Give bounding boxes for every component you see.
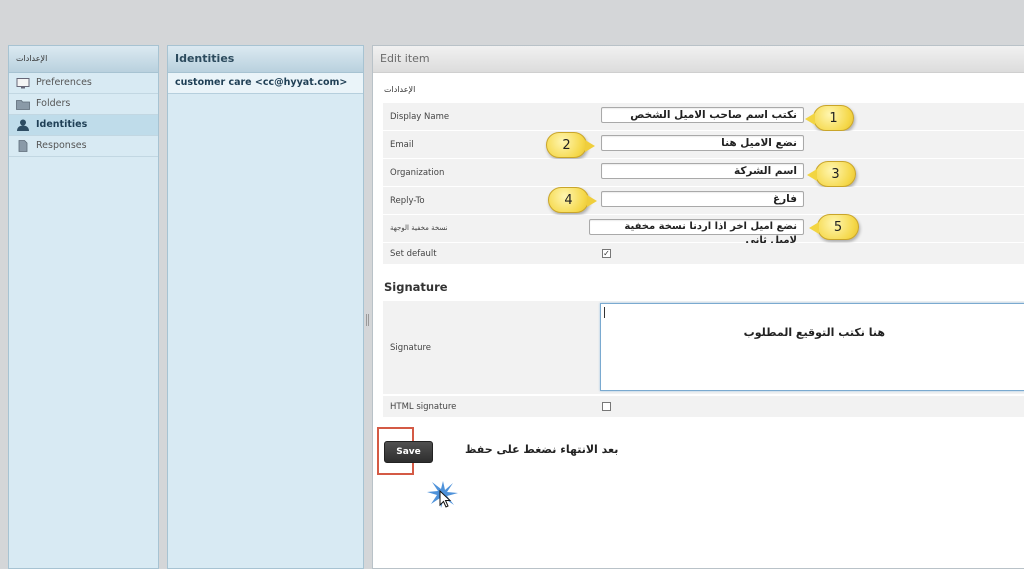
- document-icon: [15, 140, 30, 152]
- reply-to-label: Reply-To: [390, 196, 425, 206]
- sidebar-item-responses[interactable]: Responses: [9, 136, 158, 157]
- sidebar-item-label: Preferences: [36, 77, 92, 88]
- settings-panel-title: الإعدادات: [9, 46, 158, 73]
- reply-to-row: Reply-To فارغ: [383, 187, 1024, 215]
- save-hint-text: بعد الانتهاء نضغط على حفظ: [465, 443, 619, 456]
- html-signature-checkbox[interactable]: [602, 402, 611, 411]
- bcc-row: نسخة مخفية الوجهة نضع اميل اخر اذا اردنا…: [383, 215, 1024, 246]
- set-default-row: Set default ✓: [383, 243, 1024, 265]
- display-name-label: Display Name: [390, 112, 450, 122]
- sidebar-item-folders[interactable]: Folders: [9, 94, 158, 115]
- click-cursor-icon: [426, 479, 460, 513]
- settings-panel: الإعدادات Preferences Folders Identities…: [8, 45, 159, 569]
- signature-textarea[interactable]: هنا نكتب التوقيع المطلوب: [600, 303, 1024, 391]
- identities-panel-title: Identities: [168, 46, 363, 73]
- identity-list-item[interactable]: customer care <cc@hyyat.com>: [168, 73, 363, 94]
- html-signature-row: HTML signature: [383, 396, 1024, 418]
- signature-text: هنا نكتب التوقيع المطلوب: [743, 326, 885, 339]
- email-row: Email نضع الاميل هنا: [383, 131, 1024, 159]
- organization-field[interactable]: اسم الشركة: [601, 163, 804, 179]
- bcc-field[interactable]: نضع اميل اخر اذا اردنا نسخة مخفية لاميل …: [589, 219, 804, 246]
- callout-badge-5: 5: [809, 214, 859, 240]
- text-caret: [604, 307, 605, 318]
- set-default-checkbox[interactable]: ✓: [602, 249, 611, 258]
- section-label: الإعدادات: [384, 85, 416, 94]
- panel-splitter[interactable]: [366, 314, 369, 326]
- sidebar-item-identities[interactable]: Identities: [9, 115, 158, 136]
- sidebar-item-label: Identities: [36, 119, 88, 130]
- callout-badge-1: 1: [805, 105, 854, 131]
- folder-icon: [15, 98, 30, 110]
- bcc-label: نسخة مخفية الوجهة: [390, 224, 448, 232]
- signature-label: Signature: [390, 343, 432, 353]
- callout-badge-2: 2: [546, 132, 595, 158]
- display-name-row: Display Name نكتب اسم صاحب الاميل الشخص: [383, 103, 1024, 131]
- organization-label: Organization: [390, 168, 445, 178]
- sidebar-item-label: Responses: [36, 140, 87, 151]
- email-label: Email: [390, 140, 414, 150]
- callout-badge-4: 4: [548, 187, 597, 213]
- organization-row: Organization اسم الشركة: [383, 159, 1024, 187]
- monitor-icon: [15, 77, 30, 89]
- edit-panel-title: Edit item: [373, 46, 1024, 73]
- reply-to-field[interactable]: فارغ: [601, 191, 804, 207]
- email-field[interactable]: نضع الاميل هنا: [601, 135, 804, 151]
- set-default-label: Set default: [390, 249, 437, 259]
- edit-item-panel: Edit item الإعدادات Display Name نكتب اس…: [372, 45, 1024, 569]
- sidebar-item-preferences[interactable]: Preferences: [9, 73, 158, 94]
- callout-badge-3: 3: [807, 161, 856, 187]
- html-signature-label: HTML signature: [390, 402, 457, 412]
- display-name-field[interactable]: نكتب اسم صاحب الاميل الشخص: [601, 107, 804, 123]
- user-icon: [15, 119, 30, 131]
- sidebar-item-label: Folders: [36, 98, 71, 109]
- save-button[interactable]: Save: [384, 441, 433, 463]
- signature-section-title: Signature: [384, 280, 448, 294]
- identities-panel: Identities customer care <cc@hyyat.com>: [167, 45, 364, 569]
